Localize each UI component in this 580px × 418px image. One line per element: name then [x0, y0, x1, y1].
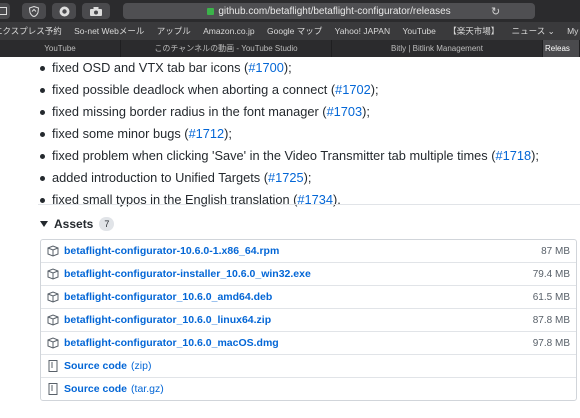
camera-icon [90, 6, 102, 16]
note-text-end: ); [224, 126, 232, 141]
bullet [40, 132, 45, 137]
note-text: fixed OSD and VTX tab bar icons ( [52, 60, 249, 75]
assets-list: betaflight-configurator-10.6.0-1.x86_64.… [40, 239, 577, 401]
package-icon [47, 314, 59, 326]
sidebar-toggle-button[interactable] [0, 3, 10, 19]
section-divider [38, 204, 580, 205]
issue-link[interactable]: #1702 [335, 82, 371, 97]
bookmark-google-maps[interactable]: Google マップ [267, 22, 322, 40]
assets-toggle[interactable]: Assets 7 [40, 217, 115, 231]
list-item: fixed OSD and VTX tab bar icons (#1700); [40, 57, 539, 79]
bullet [40, 154, 45, 159]
note-text: fixed possible deadlock when aborting a … [52, 82, 336, 97]
browser-toolbar: github.com/betaflight/betaflight-configu… [0, 0, 580, 22]
note-text: fixed problem when clicking 'Save' in th… [52, 148, 496, 163]
bullet [40, 66, 45, 71]
issue-link[interactable]: #1718 [496, 148, 532, 163]
bullet [40, 110, 45, 115]
source-code-label[interactable]: Source code [64, 360, 127, 372]
tab-youtube-studio[interactable]: このチャンネルの動画 - YouTube Studio [121, 40, 332, 57]
asset-size: 87 MB [541, 245, 570, 257]
asset-size: 97.8 MB [532, 337, 570, 349]
tab-bar: YouTube このチャンネルの動画 - YouTube Studio Bitl… [0, 40, 580, 57]
release-notes: fixed OSD and VTX tab bar icons (#1700);… [40, 57, 539, 211]
list-item: fixed some minor bugs (#1712); [40, 123, 539, 145]
package-icon [47, 268, 59, 280]
asset-row[interactable]: betaflight-configurator-installer_10.6.0… [41, 263, 576, 286]
caret-down-icon [40, 221, 48, 227]
asset-size: 79.4 MB [532, 268, 570, 280]
package-icon [47, 291, 59, 303]
asset-size: 87.8 MB [532, 314, 570, 326]
note-text-end: ); [303, 170, 312, 185]
list-item: fixed small typos in the English transla… [40, 189, 539, 211]
list-item: fixed problem when clicking 'Save' in th… [40, 145, 539, 167]
asset-name[interactable]: betaflight-configurator-10.6.0-1.x86_64.… [64, 245, 279, 257]
list-item: added introduction to Unified Targets (#… [40, 167, 539, 189]
asset-name[interactable]: betaflight-configurator_10.6.0_macOS.dmg [64, 337, 279, 349]
assets-count-badge: 7 [99, 217, 115, 231]
sidebar-icon [0, 7, 7, 15]
issue-link[interactable]: #1712 [189, 126, 225, 141]
bullet [40, 198, 45, 203]
assets-title: Assets [54, 217, 94, 231]
issue-link[interactable]: #1700 [248, 60, 284, 75]
source-row[interactable]: Source code (zip) [41, 355, 576, 378]
issue-link[interactable]: #1725 [268, 170, 304, 185]
package-icon [47, 337, 59, 349]
list-item: fixed missing border radius in the font … [40, 101, 539, 123]
asset-name[interactable]: betaflight-configurator-installer_10.6.0… [64, 268, 311, 280]
asset-name[interactable]: betaflight-configurator_10.6.0_amd64.deb [64, 291, 272, 303]
bookmark-yahoo[interactable]: Yahoo! JAPAN [335, 22, 390, 40]
note-text-end: ); [370, 82, 379, 97]
package-icon [47, 245, 59, 257]
note-text-end: ); [362, 104, 370, 119]
bookmark-news[interactable]: ニュース ⌄ [512, 22, 555, 40]
reload-icon[interactable]: ↻ [491, 6, 503, 18]
asset-row[interactable]: betaflight-configurator_10.6.0_linux64.z… [41, 309, 576, 332]
asset-size: 61.5 MB [532, 291, 570, 303]
bookmark-so-net[interactable]: So-net Webメール [74, 22, 144, 40]
tab-releases[interactable]: Releas [543, 40, 580, 57]
file-zip-icon [48, 383, 58, 395]
release-page: fixed OSD and VTX tab bar icons (#1700);… [0, 57, 580, 418]
source-code-ext[interactable]: (zip) [131, 360, 151, 372]
note-text: fixed some minor bugs ( [52, 126, 189, 141]
asset-name[interactable]: betaflight-configurator_10.6.0_linux64.z… [64, 314, 271, 326]
asset-row[interactable]: betaflight-configurator_10.6.0_amd64.deb… [41, 286, 576, 309]
bookmark-rakuten[interactable]: 【楽天市場】 [448, 22, 499, 40]
bookmark-apple[interactable]: アップル [157, 22, 191, 40]
source-code-label[interactable]: Source code [64, 383, 127, 395]
source-code-ext[interactable]: (tar.gz) [131, 383, 164, 395]
note-text-end: ); [283, 60, 292, 75]
note-text: added introduction to Unified Targets ( [52, 170, 269, 185]
asset-row[interactable]: betaflight-configurator-10.6.0-1.x86_64.… [41, 240, 576, 263]
extension-button[interactable] [52, 3, 76, 19]
bullet [40, 88, 45, 93]
camera-button[interactable] [82, 3, 110, 19]
note-text: fixed missing border radius in the font … [52, 104, 327, 119]
shield-button[interactable] [22, 3, 46, 19]
address-url: github.com/betaflight/betaflight-configu… [218, 5, 451, 17]
tab-youtube[interactable]: YouTube [0, 40, 121, 57]
tab-bitly[interactable]: Bitly | Bitlink Management [332, 40, 543, 57]
bookmark-my-bookmark[interactable]: My Bookmark ⌄ [567, 22, 580, 40]
bookmark-youtube[interactable]: YouTube [402, 22, 435, 40]
bullet [40, 176, 45, 181]
asset-row[interactable]: betaflight-configurator_10.6.0_macOS.dmg… [41, 332, 576, 355]
bookmark-amazon[interactable]: Amazon.co.jp [203, 22, 255, 40]
shield-icon [29, 5, 39, 17]
record-icon [59, 6, 69, 16]
address-bar[interactable]: github.com/betaflight/betaflight-configu… [123, 3, 535, 19]
lock-icon [207, 7, 215, 15]
issue-link[interactable]: #1703 [327, 104, 363, 119]
note-text-end: ); [531, 148, 539, 163]
list-item: fixed possible deadlock when aborting a … [40, 79, 539, 101]
bookmark-express[interactable]: エクスプレス予約 [0, 22, 62, 40]
source-row[interactable]: Source code (tar.gz) [41, 378, 576, 400]
file-zip-icon [48, 360, 58, 372]
bookmarks-bar: エクスプレス予約 So-net Webメール アップル Amazon.co.jp… [0, 22, 580, 40]
